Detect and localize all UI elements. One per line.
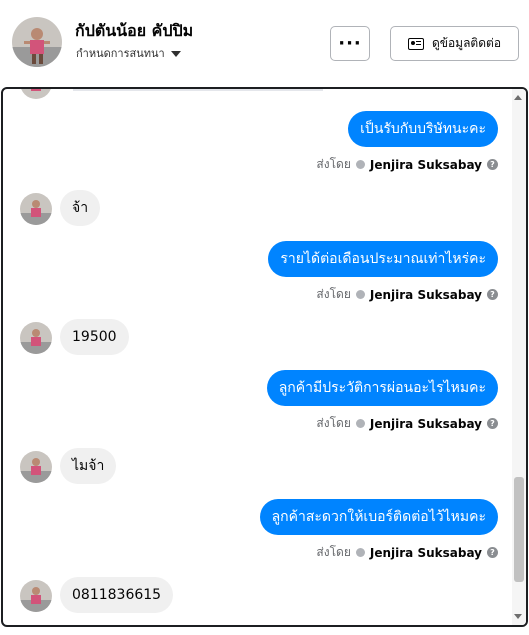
view-contact-info-button[interactable]: ดูข้อมูลติดต่อ <box>390 26 519 61</box>
conversation-settings-label: กำหนดการสนทนา <box>76 47 165 60</box>
conversation-settings-dropdown[interactable]: กำหนดการสนทนา <box>76 44 181 62</box>
footer-strip <box>0 628 529 635</box>
outgoing-message[interactable]: รายได้ต่อเดือนประมาณเท่าไหร่คะ <box>268 241 498 277</box>
contact-card-icon <box>407 37 424 50</box>
profile-photo-icon <box>12 17 62 67</box>
incoming-message[interactable]: จ้า <box>60 190 101 226</box>
check-circle-icon <box>355 290 365 299</box>
sent-by-line: ส่งโดย Jenjira Suksabay ? <box>316 155 498 174</box>
scroll-down-arrow-icon[interactable] <box>514 614 522 619</box>
sender-name: Jenjira Suksabay <box>369 287 482 302</box>
avatar <box>20 322 52 354</box>
sender-name: Jenjira Suksabay <box>369 416 482 431</box>
profile-photo-icon <box>20 193 52 225</box>
incoming-message[interactable]: 19500 <box>60 319 129 355</box>
question-icon[interactable]: ? <box>487 159 498 170</box>
message-thread[interactable]: เป็นรับกับบริษัทนะคะ ส่งโดย Jenjira Suks… <box>1 87 528 627</box>
question-icon[interactable]: ? <box>487 418 498 429</box>
profile-photo-icon <box>20 580 52 612</box>
sent-by-label: ส่งโดย <box>316 545 351 559</box>
incoming-message[interactable]: 0811836615 <box>60 577 174 613</box>
sender-name: Jenjira Suksabay <box>369 157 482 172</box>
sent-by-label: ส่งโดย <box>316 157 351 171</box>
avatar <box>20 193 52 225</box>
question-icon[interactable]: ? <box>487 547 498 558</box>
outgoing-message[interactable]: ลูกค้ามีประวัติการผ่อนอะไรไหมคะ <box>266 370 498 406</box>
contact-avatar[interactable] <box>12 17 62 67</box>
scrollbar[interactable] <box>512 89 526 625</box>
sent-by-line: ส่งโดย Jenjira Suksabay ? <box>316 543 498 562</box>
avatar <box>20 451 52 483</box>
more-dots-icon: ··· <box>338 33 362 54</box>
incoming-message[interactable]: ไมจ้า <box>60 448 117 484</box>
more-options-button[interactable]: ··· <box>330 26 370 61</box>
divider <box>73 89 323 91</box>
check-circle-icon <box>355 160 365 169</box>
profile-photo-icon <box>20 89 52 99</box>
avatar <box>20 580 52 612</box>
contact-name[interactable]: กัปตันน้อย คัปปิม <box>75 19 193 44</box>
check-circle-icon <box>355 548 365 557</box>
question-icon[interactable]: ? <box>487 289 498 300</box>
outgoing-message[interactable]: เป็นรับกับบริษัทนะคะ <box>348 111 498 147</box>
avatar <box>20 89 52 99</box>
sent-by-label: ส่งโดย <box>316 416 351 430</box>
chevron-down-icon <box>170 51 181 57</box>
sender-name: Jenjira Suksabay <box>369 545 482 560</box>
sent-by-line: ส่งโดย Jenjira Suksabay ? <box>316 285 498 304</box>
scrollbar-thumb[interactable] <box>514 477 524 582</box>
profile-photo-icon <box>20 451 52 483</box>
view-contact-info-label: ดูข้อมูลติดต่อ <box>431 36 502 50</box>
sent-by-label: ส่งโดย <box>316 287 351 301</box>
outgoing-message[interactable]: ลูกค้าสะดวกให้เบอร์ติดต่อไว้ไหมคะ <box>259 499 498 535</box>
check-circle-icon <box>355 419 365 428</box>
scroll-up-arrow-icon[interactable] <box>514 95 522 100</box>
profile-photo-icon <box>20 322 52 354</box>
sent-by-line: ส่งโดย Jenjira Suksabay ? <box>316 414 498 433</box>
conversation-header: กัปตันน้อย คัปปิม กำหนดการสนทนา ··· ดูข้… <box>0 0 529 86</box>
